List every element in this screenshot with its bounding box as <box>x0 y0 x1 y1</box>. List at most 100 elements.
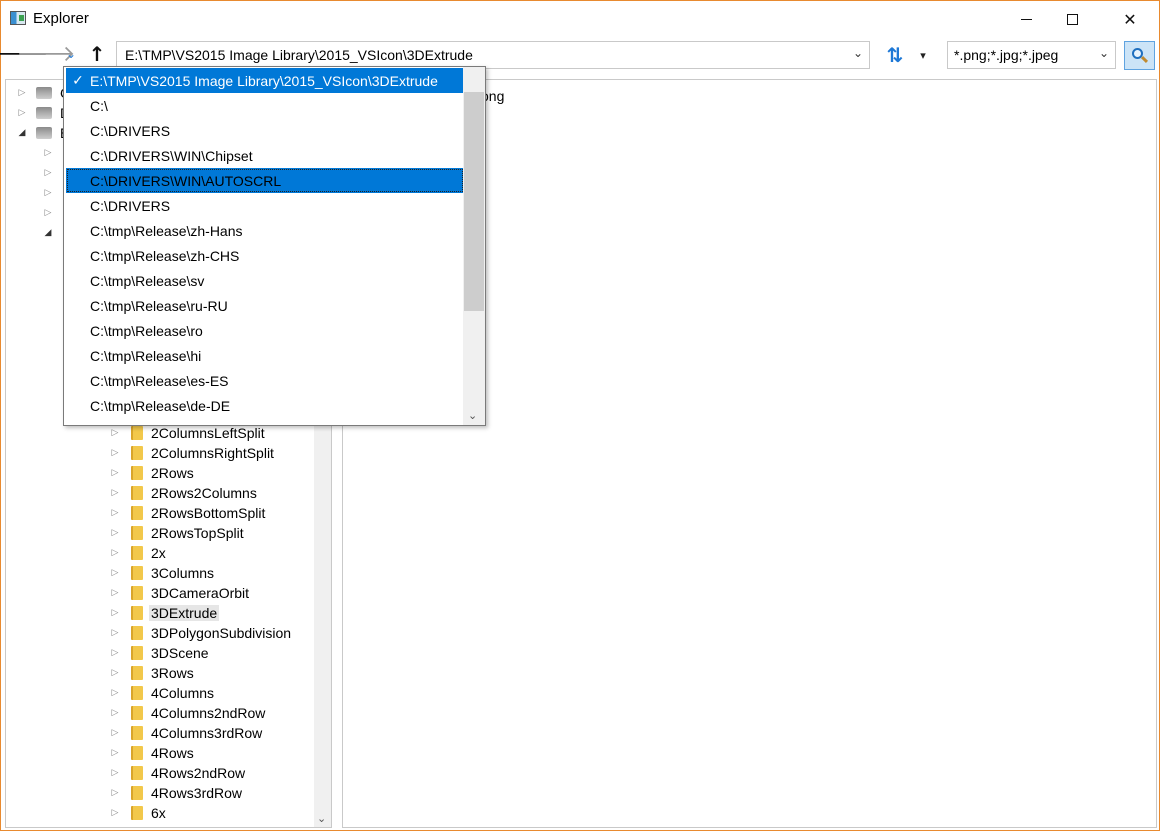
address-history-item[interactable]: C:\tmp\Release\es-ES <box>66 368 464 393</box>
expand-icon[interactable]: ▷ <box>16 88 28 98</box>
address-history-item[interactable]: C:\tmp\Release\zh-CHS <box>66 243 464 268</box>
search-button[interactable] <box>1124 41 1155 70</box>
tree-expander[interactable]: ▷ <box>42 183 54 203</box>
expand-icon[interactable]: ▷ <box>42 188 54 198</box>
tree-folder-item[interactable]: ▷ 4Rows2ndRow <box>109 763 246 783</box>
collapse-icon[interactable]: ◢ <box>42 228 54 238</box>
folder-label: 4Columns3rdRow <box>151 725 263 741</box>
expand-icon[interactable]: ▷ <box>109 688 121 698</box>
tree-item-drive[interactable]: ◢ E <box>16 123 70 143</box>
filter-dropdown-icon[interactable]: ⌄ <box>1099 46 1109 60</box>
tree-folder-item[interactable]: ▷ 4Columns3rdRow <box>109 723 263 743</box>
up-arrow-icon: ↑ <box>88 42 106 66</box>
expand-icon[interactable]: ▷ <box>109 528 121 538</box>
expand-icon[interactable]: ▷ <box>109 748 121 758</box>
file-filter-combobox[interactable]: *.png;*.jpg;*.jpeg ⌄ <box>947 41 1116 69</box>
address-history-label: C:\ <box>90 97 108 114</box>
tree-folder-item[interactable]: ▷ 2ColumnsRightSplit <box>109 443 274 463</box>
folder-label: 2x <box>151 545 166 561</box>
expand-icon[interactable]: ▷ <box>109 668 121 678</box>
tree-folder-item[interactable]: ▷ 6x <box>109 803 166 823</box>
expand-icon[interactable]: ▷ <box>109 428 121 438</box>
tree-item-drive[interactable]: ▷ D <box>16 103 71 123</box>
tree-folder-item[interactable]: ▷ 4Columns <box>109 683 215 703</box>
expand-icon[interactable]: ▷ <box>109 708 121 718</box>
tree-folder-item[interactable]: ▷ 3DExtrude <box>109 603 220 623</box>
tree-folder-item[interactable]: ▷ 3DScene <box>109 643 209 663</box>
address-history-item[interactable]: ✓ E:\TMP\VS2015 Image Library\2015_VSIcon… <box>66 68 464 93</box>
tree-folder-item[interactable]: ▷ 2RowsTopSplit <box>109 523 244 543</box>
tree-folder-item[interactable]: ▷ 2ColumnsLeftSplit <box>109 423 265 443</box>
drive-icon <box>36 87 52 99</box>
tree-folder-item[interactable]: ▷ 3DCameraOrbit <box>109 583 250 603</box>
tree-folder-item[interactable]: ▷ 2Rows2Columns <box>109 483 257 503</box>
address-history-item[interactable]: C:\DRIVERS <box>66 118 464 143</box>
expand-icon[interactable]: ▷ <box>109 788 121 798</box>
expand-icon[interactable]: ▷ <box>16 108 28 118</box>
expand-icon[interactable]: ▷ <box>42 208 54 218</box>
scroll-down-icon[interactable]: ⌄ <box>317 812 326 825</box>
refresh-button[interactable]: ⇅ <box>883 43 907 67</box>
address-history-item[interactable]: C:\DRIVERS\WIN\Chipset <box>66 143 464 168</box>
folder-icon <box>131 766 143 780</box>
expand-icon[interactable]: ▷ <box>109 628 121 638</box>
forward-button[interactable]: 🡒 <box>17 40 76 68</box>
folder-icon <box>131 626 143 640</box>
tree-folder-item[interactable]: ▷ 2Rows <box>109 463 194 483</box>
expand-icon[interactable]: ▷ <box>109 548 121 558</box>
address-history-item[interactable]: C:\tmp\Release\ru-RU <box>66 293 464 318</box>
expand-icon[interactable]: ▷ <box>109 468 121 478</box>
expand-icon[interactable]: ▷ <box>109 588 121 598</box>
tree-expander[interactable]: ◢ <box>42 223 54 243</box>
tree-folder-item[interactable]: ▷ 4Rows3rdRow <box>109 783 243 803</box>
address-history-item[interactable]: C:\tmp\Release\ro <box>66 318 464 343</box>
dropdown-scrollbar[interactable]: ⌄ <box>463 67 485 425</box>
expand-icon[interactable]: ▷ <box>109 728 121 738</box>
expand-icon[interactable]: ▷ <box>42 168 54 178</box>
expand-icon[interactable]: ▷ <box>109 508 121 518</box>
tree-folder-item[interactable]: ▷ 4Columns2ndRow <box>109 703 266 723</box>
minimize-button[interactable] <box>1003 1 1049 37</box>
tree-folder-item[interactable]: ▷ 2x <box>109 543 166 563</box>
filter-value[interactable]: *.png;*.jpg;*.jpeg <box>954 47 1058 63</box>
address-history-item[interactable]: C:\DRIVERS <box>66 193 464 218</box>
address-history-item[interactable]: C:\tmp\Release\sv <box>66 268 464 293</box>
tree-folder-item[interactable]: ▷ 3DPolygonSubdivision <box>109 623 292 643</box>
tree-expander[interactable]: ▷ <box>42 163 54 183</box>
refresh-menu-button[interactable]: ▾ <box>915 45 931 65</box>
tree-folder-item[interactable]: ▷ 4Rows <box>109 743 194 763</box>
expand-icon[interactable]: ▷ <box>109 448 121 458</box>
expand-icon[interactable]: ▷ <box>109 608 121 618</box>
expand-icon[interactable]: ▷ <box>109 488 121 498</box>
scroll-down-icon[interactable]: ⌄ <box>468 409 477 422</box>
folder-icon <box>131 646 143 660</box>
tree-folder-item[interactable]: ▷ 3Columns <box>109 563 215 583</box>
close-button[interactable]: ✕ <box>1107 1 1153 37</box>
address-history-item[interactable]: C:\ <box>66 93 464 118</box>
address-history-label: C:\tmp\Release\hi <box>90 347 202 364</box>
expand-icon[interactable]: ▷ <box>109 808 121 818</box>
expand-icon[interactable]: ▷ <box>109 648 121 658</box>
tree-item-drive[interactable]: ▷ C <box>16 83 71 103</box>
recent-locations-button[interactable]: ⌄ <box>61 40 81 68</box>
expand-icon[interactable]: ▷ <box>42 148 54 158</box>
up-button[interactable]: ↑ <box>85 40 109 68</box>
address-history-item[interactable]: C:\tmp\Release\hi <box>66 343 464 368</box>
address-history-item[interactable]: C:\tmp\Release\de-DE <box>66 393 464 418</box>
scrollbar-thumb[interactable] <box>464 92 484 311</box>
collapse-icon[interactable]: ◢ <box>16 128 28 138</box>
maximize-button[interactable] <box>1049 1 1095 37</box>
tree-folder-item[interactable]: ▷ 3Rows <box>109 663 194 683</box>
address-history-item[interactable]: C:\DRIVERS\WIN\AUTOSCRL <box>66 168 464 193</box>
address-value[interactable]: E:\TMP\VS2015 Image Library\2015_VSIcon\… <box>125 47 473 63</box>
address-history-item[interactable]: C:\tmp\Release\zh-Hans <box>66 218 464 243</box>
expand-icon[interactable]: ▷ <box>109 568 121 578</box>
tree-expander[interactable]: ▷ <box>42 143 54 163</box>
address-combobox[interactable]: E:\TMP\VS2015 Image Library\2015_VSIcon\… <box>116 41 870 69</box>
address-dropdown-icon[interactable]: ⌄ <box>853 46 863 60</box>
address-history-dropdown[interactable]: ✓ E:\TMP\VS2015 Image Library\2015_VSIcon… <box>63 66 486 426</box>
expand-icon[interactable]: ▷ <box>109 768 121 778</box>
tree-folder-item[interactable]: ▷ 2RowsBottomSplit <box>109 503 266 523</box>
tree-expander[interactable]: ▷ <box>42 203 54 223</box>
checkmark-icon: ✓ <box>72 72 84 89</box>
